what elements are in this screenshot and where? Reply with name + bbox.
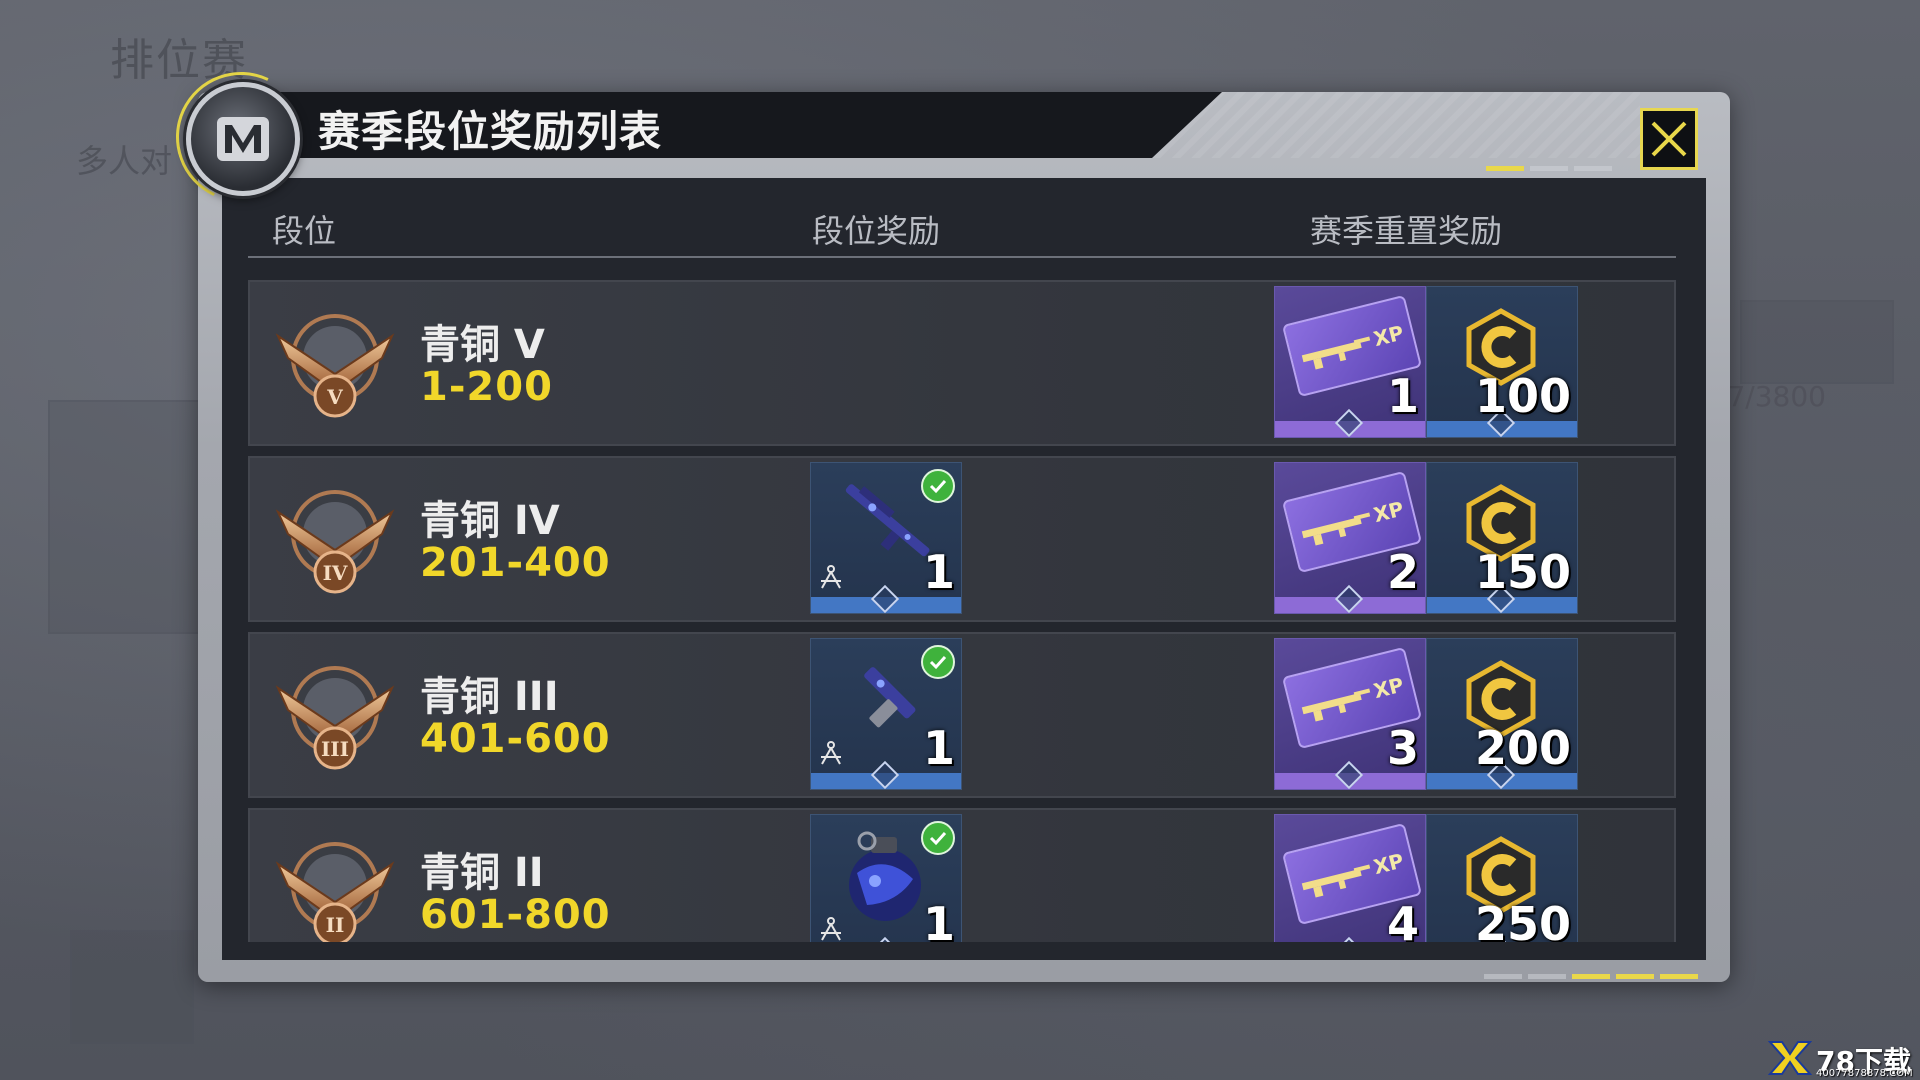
- rank-reward-list[interactable]: V 青铜 V 1-200 XP 1 100 IV 青铜 IV 201-400 1 XP 2 150 III…: [248, 280, 1676, 942]
- bronze-rank-badge-icon: II: [275, 842, 395, 942]
- reward-quantity: 1: [922, 721, 955, 775]
- rank-row: IV 青铜 IV 201-400 1 XP 2 150: [248, 456, 1676, 622]
- close-x-icon: [1651, 121, 1687, 157]
- page-indicator-top: [1486, 166, 1612, 171]
- rank-row: V 青铜 V 1-200 XP 1 100: [248, 280, 1676, 446]
- rank-roman-numeral: II: [326, 913, 345, 937]
- rank-roman-numeral: V: [326, 385, 343, 409]
- rank-name: 青铜 IV: [420, 498, 560, 544]
- bronze-rank-badge-icon: V: [275, 314, 395, 418]
- xp-quantity: 2: [1386, 545, 1419, 599]
- xp-quantity: 1: [1386, 369, 1419, 423]
- bronze-rank-badge-icon: IV: [275, 490, 395, 594]
- xp-card-tile[interactable]: XP 1: [1274, 286, 1426, 438]
- bronze-rank-badge-icon: III: [275, 666, 395, 770]
- background-panel: [1740, 300, 1894, 384]
- rank-range: 201-400: [420, 540, 611, 586]
- claimed-check-icon: [921, 645, 955, 679]
- background-panel: [70, 930, 194, 1044]
- claimed-check-icon: [921, 821, 955, 855]
- xp-label: XP: [1371, 496, 1407, 528]
- rank-name: 青铜 V: [420, 322, 545, 368]
- compass-icon: [821, 741, 841, 765]
- header-rank-reward: 段位奖励: [812, 212, 941, 250]
- header-divider: [248, 256, 1676, 258]
- header-rank: 段位: [272, 212, 337, 250]
- page-dot: [1660, 974, 1698, 979]
- xp-card-tile[interactable]: XP 4: [1274, 814, 1426, 942]
- page-indicator-bottom: [1484, 974, 1698, 979]
- cod-credit-tile[interactable]: 250: [1426, 814, 1578, 942]
- rarity-diamond-icon: [870, 936, 900, 942]
- rank-roman-numeral: IV: [323, 561, 348, 585]
- rank-range: 1-200: [420, 364, 553, 410]
- rank-name: 青铜 III: [420, 674, 559, 720]
- page-dot: [1572, 974, 1610, 979]
- xp-label: XP: [1371, 672, 1407, 704]
- rank-range: 401-600: [420, 716, 611, 762]
- background-subtitle: 多人对: [76, 142, 173, 180]
- header-reset-reward: 赛季重置奖励: [1310, 212, 1503, 250]
- compass-icon: [821, 565, 841, 589]
- page-dot: [1528, 974, 1566, 979]
- credit-quantity: 100: [1474, 369, 1571, 423]
- season-emblem-icon: [186, 82, 300, 196]
- xp-label: XP: [1371, 848, 1407, 880]
- page-dot: [1574, 166, 1612, 171]
- credit-quantity: 200: [1474, 721, 1571, 775]
- rank-row: II 青铜 II 601-800 1 XP 4 250: [248, 808, 1676, 942]
- close-button[interactable]: [1640, 108, 1698, 170]
- credit-quantity: 250: [1474, 897, 1571, 942]
- rank-row: III 青铜 III 401-600 1 XP 3 200: [248, 632, 1676, 798]
- page-dot: [1486, 166, 1524, 171]
- rank-reward-tile[interactable]: 1: [810, 462, 962, 614]
- xp-label: XP: [1371, 320, 1407, 352]
- xp-card-tile[interactable]: XP 3: [1274, 638, 1426, 790]
- claimed-check-icon: [921, 469, 955, 503]
- page-dot: [1484, 974, 1522, 979]
- xp-quantity: 4: [1386, 897, 1419, 942]
- rank-name: 青铜 II: [420, 850, 544, 896]
- compass-icon: [821, 917, 841, 941]
- reward-quantity: 1: [922, 545, 955, 599]
- credit-quantity: 150: [1474, 545, 1571, 599]
- background-panel: [48, 400, 212, 634]
- cod-credit-tile[interactable]: 100: [1426, 286, 1578, 438]
- page-dot: [1530, 166, 1568, 171]
- rarity-diamond-icon: [1334, 936, 1364, 942]
- watermark-url: 40077878878.COM: [1816, 1068, 1913, 1079]
- rank-roman-numeral: III: [321, 737, 349, 761]
- cod-credit-tile[interactable]: 150: [1426, 462, 1578, 614]
- cod-credit-tile[interactable]: 200: [1426, 638, 1578, 790]
- xp-card-tile[interactable]: XP 2: [1274, 462, 1426, 614]
- site-watermark: 78下载 40077878878.COM: [1768, 1040, 1916, 1079]
- modal-title: 赛季段位奖励列表: [318, 107, 663, 156]
- reward-quantity: 1: [922, 897, 955, 942]
- watermark-logo-icon: [1768, 1041, 1812, 1075]
- xp-quantity: 3: [1386, 721, 1419, 775]
- rank-range: 601-800: [420, 892, 611, 938]
- page-dot: [1616, 974, 1654, 979]
- rank-reward-tile[interactable]: 1: [810, 814, 962, 942]
- rank-reward-tile[interactable]: 1: [810, 638, 962, 790]
